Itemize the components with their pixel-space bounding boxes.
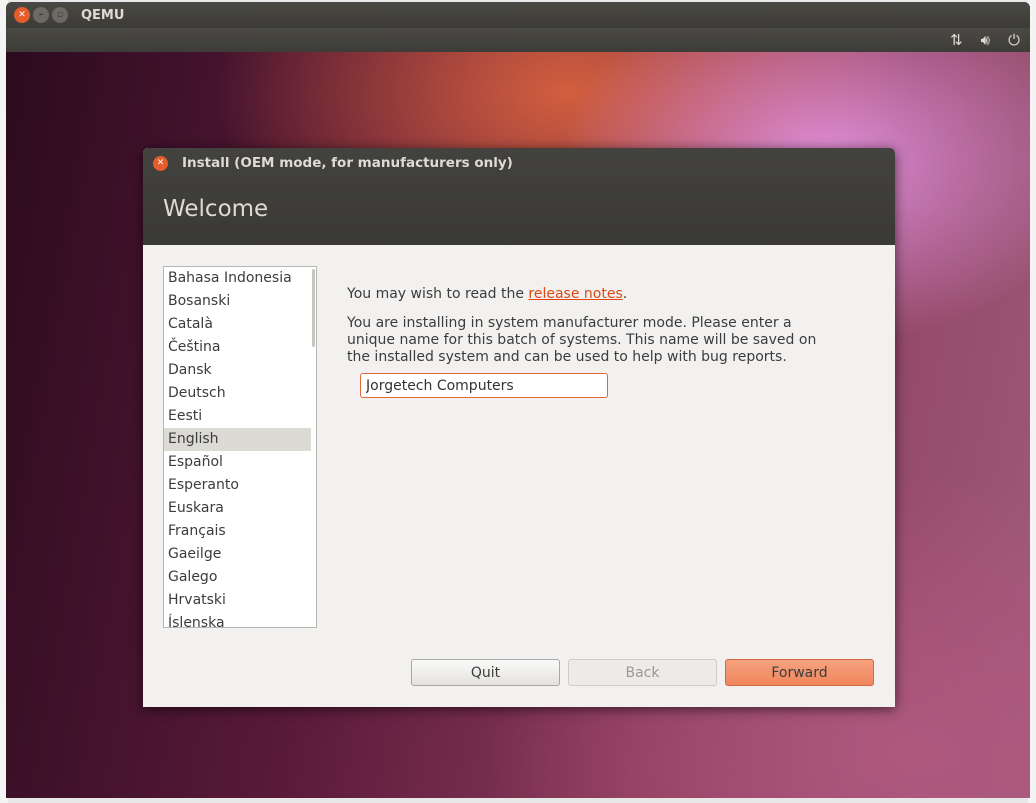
language-item[interactable]: Bahasa Indonesia bbox=[164, 267, 311, 290]
language-item[interactable]: Esperanto bbox=[164, 474, 311, 497]
language-item[interactable]: English bbox=[164, 428, 311, 451]
installer-dialog: ✕ Install (OEM mode, for manufacturers o… bbox=[143, 148, 895, 707]
language-item[interactable]: Euskara bbox=[164, 497, 311, 520]
language-item[interactable]: Français bbox=[164, 520, 311, 543]
close-icon[interactable]: ✕ bbox=[14, 7, 30, 23]
language-item[interactable]: Čeština bbox=[164, 336, 311, 359]
close-icon[interactable]: ✕ bbox=[153, 155, 168, 171]
top-panel: ⇅ 🔊︎ ⏻ bbox=[6, 28, 1030, 52]
maximize-icon[interactable]: ▫ bbox=[52, 7, 68, 23]
language-item[interactable]: Español bbox=[164, 451, 311, 474]
power-icon[interactable]: ⏻ bbox=[1008, 31, 1020, 49]
dialog-header: ✕ Install (OEM mode, for manufacturers o… bbox=[143, 148, 895, 245]
volume-icon[interactable]: 🔊︎ bbox=[981, 31, 990, 49]
language-item[interactable]: Dansk bbox=[164, 359, 311, 382]
release-notes-link[interactable]: release notes bbox=[528, 286, 622, 302]
quit-button[interactable]: Quit bbox=[411, 659, 560, 686]
language-item[interactable]: Deutsch bbox=[164, 382, 311, 405]
qemu-titlebar: ✕ – ▫ QEMU bbox=[6, 2, 1030, 28]
page-title: Welcome bbox=[163, 196, 269, 222]
language-item[interactable]: Bosanski bbox=[164, 290, 311, 313]
language-item[interactable]: Gaeilge bbox=[164, 543, 311, 566]
oem-name-input[interactable] bbox=[360, 373, 608, 398]
dialog-title: Install (OEM mode, for manufacturers onl… bbox=[182, 155, 513, 171]
back-button[interactable]: Back bbox=[568, 659, 717, 686]
network-icon[interactable]: ⇅ bbox=[950, 31, 963, 49]
language-item[interactable]: Eesti bbox=[164, 405, 311, 428]
minimize-icon[interactable]: – bbox=[33, 7, 49, 23]
language-item[interactable]: Català bbox=[164, 313, 311, 336]
qemu-title: QEMU bbox=[81, 7, 125, 23]
forward-button[interactable]: Forward bbox=[725, 659, 874, 686]
notes-prefix: You may wish to read the bbox=[347, 286, 529, 302]
oem-description: You are installing in system manufacture… bbox=[347, 315, 817, 365]
language-item[interactable]: Galego bbox=[164, 566, 311, 589]
scrollbar[interactable] bbox=[312, 269, 315, 347]
language-item[interactable]: Íslenska bbox=[164, 612, 311, 627]
language-item[interactable]: Hrvatski bbox=[164, 589, 311, 612]
notes-suffix: . bbox=[622, 286, 628, 302]
language-list[interactable]: Bahasa Indonesia Bosanski Català Čeština Dan… bbox=[163, 266, 317, 628]
release-notes-text: You may wish to read the release notes. bbox=[347, 286, 627, 303]
